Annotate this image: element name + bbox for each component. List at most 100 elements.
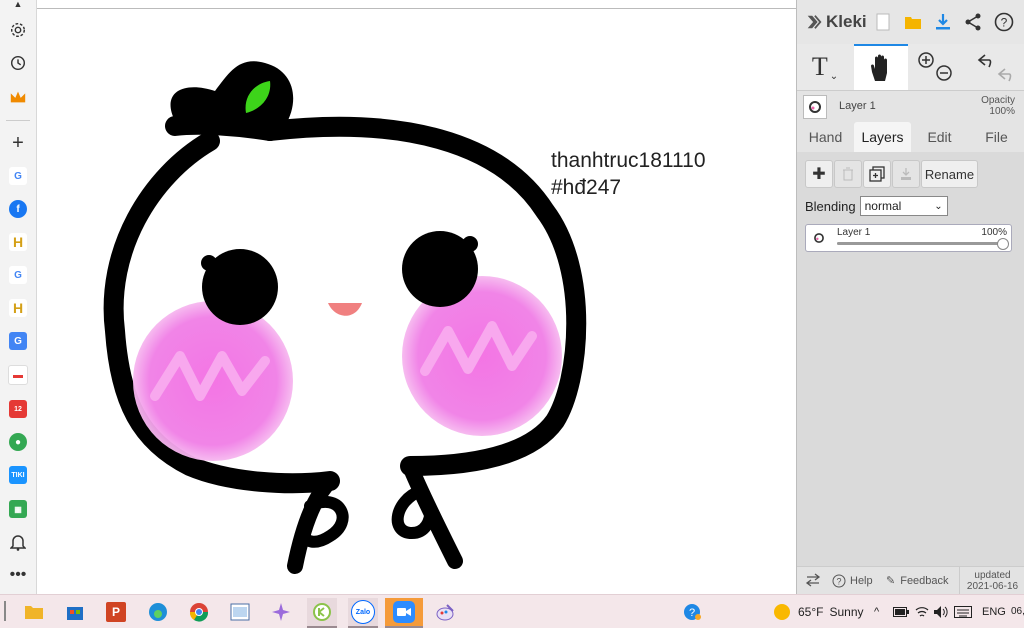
drawing-canvas[interactable]: thanhtruc181110 #hđ247 [37, 8, 796, 595]
help-link[interactable]: ? Help [832, 574, 873, 588]
svg-text:?: ? [689, 607, 695, 619]
taskbar-edge [4, 601, 6, 621]
history-icon[interactable] [6, 51, 30, 75]
help-label: Help [850, 575, 873, 587]
facebook-icon[interactable]: f [6, 197, 30, 221]
download-icon[interactable] [933, 12, 953, 32]
duplicate-icon [869, 166, 885, 182]
zalo-icon[interactable]: Zalo [348, 598, 378, 628]
hand-icon [871, 54, 887, 81]
panel-tabs: Hand Layers Edit File [797, 122, 1024, 152]
canvas-caption: thanhtruc181110 #hđ247 [551, 147, 706, 201]
edge-icon[interactable] [143, 598, 173, 626]
kleki-logo-icon [807, 15, 822, 29]
powerpoint-icon[interactable]: P [101, 598, 131, 626]
weather-text: Sunny [829, 604, 864, 619]
sale-icon[interactable]: 12 [6, 397, 30, 421]
h-app-icon-2[interactable]: H [6, 296, 30, 320]
feedback-link[interactable]: ✎ Feedback [886, 574, 949, 588]
add-icon[interactable]: + [6, 131, 30, 155]
share-icon[interactable] [963, 12, 983, 32]
extension-icon[interactable]: ● [6, 430, 30, 454]
feedback-label: Feedback [900, 574, 949, 587]
duplicate-layer-button[interactable] [863, 160, 891, 188]
chevron-down-icon: ⌄ [934, 200, 943, 212]
blending-row: Blending normal ⌄ [805, 196, 948, 216]
keyboard-icon[interactable] [954, 595, 972, 628]
tiki-icon[interactable]: TIKI [6, 463, 30, 487]
updated-label: updated [974, 570, 1011, 581]
battery-icon[interactable] [893, 595, 909, 628]
rename-layer-button[interactable]: Rename [921, 160, 978, 188]
layer-opacity-knob[interactable] [997, 238, 1009, 250]
svg-text:?: ? [836, 577, 841, 587]
kleki-logo[interactable]: Kleki [805, 12, 867, 32]
show-hidden-icons[interactable]: ^ [874, 595, 879, 628]
tab-hand[interactable]: Hand [797, 122, 854, 152]
weather-widget[interactable]: 65°F Sunny [774, 595, 864, 628]
google-icon[interactable]: G [6, 164, 30, 188]
blending-label: Blending [805, 198, 856, 214]
swap-side-icon[interactable] [805, 573, 821, 590]
tab-file[interactable]: File [968, 122, 1024, 152]
bell-icon[interactable] [6, 530, 30, 554]
svg-text:?: ? [1001, 16, 1008, 30]
google-icon-2[interactable]: G [6, 263, 30, 287]
hand-tool[interactable] [854, 44, 908, 90]
shop-icon[interactable]: ▬ [6, 363, 30, 387]
blending-value: normal [864, 199, 902, 213]
merge-layer-button[interactable] [892, 160, 920, 188]
tab-layers[interactable]: Layers [854, 122, 911, 152]
current-layer-row[interactable]: Layer 1 Opacity 100% [797, 90, 1024, 123]
trash-icon [843, 167, 853, 181]
tab-edit[interactable]: Edit [911, 122, 968, 152]
wifi-icon[interactable] [915, 595, 929, 628]
layer-item-opacity: 100% [981, 227, 1007, 238]
kleki-logo-text: Kleki [826, 12, 867, 31]
sparkle-app-icon[interactable] [266, 598, 296, 626]
layer-item-name: Layer 1 [837, 227, 871, 238]
blending-select[interactable]: normal ⌄ [859, 196, 948, 216]
kleki-panel: Kleki ? T ⌄ Layer 1 Opacity 100% Hand La… [796, 0, 1024, 595]
store-icon[interactable] [60, 598, 90, 626]
paint-app-icon[interactable] [430, 598, 460, 626]
delete-layer-button[interactable] [834, 160, 862, 188]
windows-taskbar: P Zalo ? 65°F Sunny ^ ENG 06, [0, 594, 1024, 628]
text-tool-icon: T [811, 52, 828, 81]
photos-icon[interactable] [225, 598, 255, 626]
settings-icon[interactable] [6, 18, 30, 42]
layers-panel: ✚ Rename Blending normal ⌄ Layer 1 100% [797, 152, 1024, 566]
updated-date: 2021-06-16 [966, 581, 1019, 592]
caption-line-2: #hđ247 [551, 176, 622, 199]
chrome-icon[interactable] [184, 598, 214, 626]
clock[interactable]: 06, [1011, 595, 1024, 628]
opacity-readout: Opacity 100% [981, 95, 1015, 117]
more-icon[interactable]: ••• [6, 563, 30, 587]
help-icon[interactable]: ? [994, 12, 1014, 32]
undo-icon [977, 54, 992, 68]
updated-info: updated 2021-06-16 [959, 567, 1024, 595]
merge-down-icon [901, 168, 911, 180]
language-indicator[interactable]: ENG [982, 595, 1006, 628]
chevron-down-icon: ⌄ [829, 70, 839, 82]
crown-icon[interactable] [6, 85, 30, 109]
text-tool[interactable]: T ⌄ [797, 44, 853, 90]
open-folder-icon[interactable] [903, 12, 923, 32]
add-layer-button[interactable]: ✚ [805, 160, 833, 188]
zoom-app-icon[interactable] [385, 598, 423, 628]
scroll-up-icon[interactable]: ▲ [6, 0, 30, 10]
caption-line-1: thanhtruc181110 [551, 149, 706, 172]
file-explorer-icon[interactable] [19, 598, 49, 626]
volume-icon[interactable] [933, 595, 949, 628]
new-file-icon[interactable] [873, 12, 893, 32]
layer-opacity-slider[interactable] [837, 238, 1009, 250]
kleki-app-icon[interactable] [307, 598, 337, 628]
tool-row: T ⌄ [797, 44, 1024, 90]
layer-list-item[interactable]: Layer 1 100% [805, 224, 1012, 252]
translate-icon[interactable]: G [6, 329, 30, 353]
sheets-icon[interactable]: ▦ [6, 497, 30, 521]
layer-thumbnail [803, 95, 827, 119]
h-app-icon[interactable]: H [6, 230, 30, 254]
help-tray-icon[interactable]: ? [683, 595, 703, 628]
redo-icon [997, 68, 1012, 82]
